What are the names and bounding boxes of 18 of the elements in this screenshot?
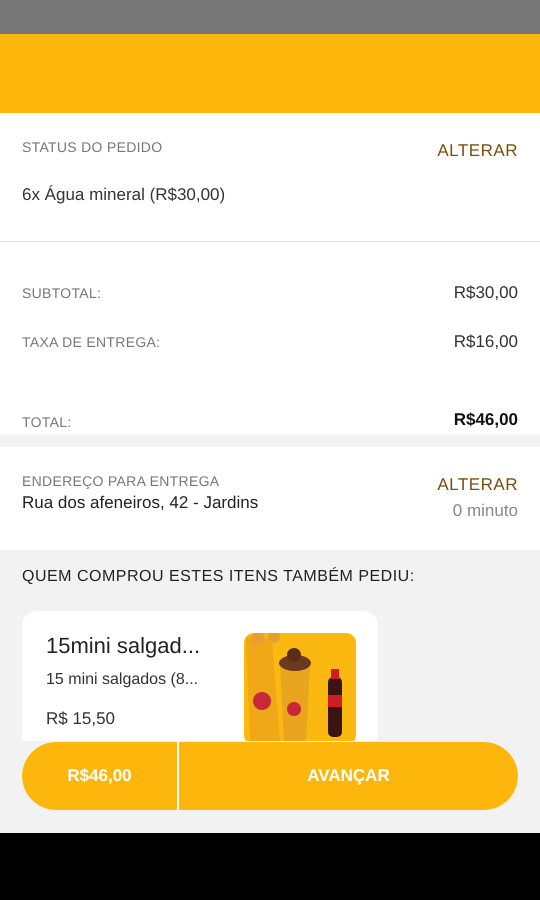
- section-title: ENDEREÇO PARA ENTREGA: [22, 473, 220, 489]
- change-link[interactable]: ALTERAR: [437, 475, 518, 495]
- delivery-time: 0 minuto: [452, 501, 518, 521]
- total-label: TOTAL:: [22, 414, 72, 430]
- product-card[interactable]: 15mini salgad... 15 mini salgados (8... R$ 15,50: [22, 611, 378, 741]
- order-item: 6x Água mineral (R$30,00): [22, 185, 226, 205]
- section-title: STATUS DO PEDIDO: [22, 139, 162, 155]
- change-link[interactable]: ALTERAR: [437, 141, 518, 161]
- product-name: 15mini salgad...: [46, 633, 200, 659]
- total-value: R$30,00: [454, 282, 518, 302]
- total-label: TAXA DE ENTREGA:: [22, 334, 160, 350]
- delivery-address: Rua dos afeneiros, 42 - Jardins: [22, 493, 258, 513]
- total-label: SUBTOTAL:: [22, 284, 102, 300]
- total-value: R$46,00: [454, 410, 518, 430]
- total-value: R$16,00: [454, 332, 518, 352]
- product-price: R$ 15,50: [46, 709, 116, 729]
- section-title: QUEM COMPROU ESTES ITENS TAMBÉM PEDIU:: [22, 568, 416, 586]
- product-description: 15 mini salgados (8...: [46, 671, 200, 689]
